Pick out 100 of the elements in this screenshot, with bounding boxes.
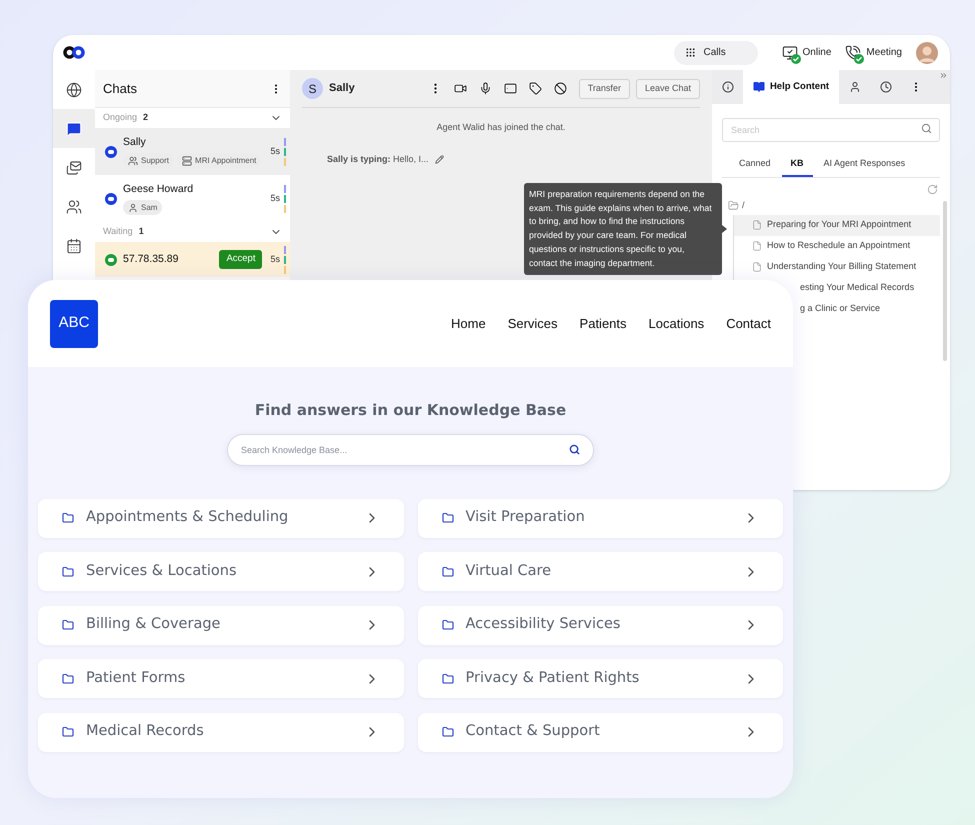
rail-icon	[66, 82, 82, 98]
contact-avatar: S	[302, 78, 323, 99]
group-count: 1	[138, 225, 144, 238]
panel-tab[interactable]: Help Content	[743, 70, 839, 104]
chat-item[interactable]: 57.78.35.89 Accept 5s	[95, 242, 290, 277]
folder-icon	[62, 672, 74, 684]
category-card[interactable]: Appointments & Scheduling	[38, 498, 404, 538]
article-tooltip: MRI preparation requirements depend on the exam. This guide explains when to arrive, what to bring, and how to find the instructions provided by your care team. For medical questions or instructions specific to you, contact the imaging department.	[524, 183, 722, 276]
content-tab[interactable]: KB	[782, 152, 813, 177]
info-icon	[722, 81, 734, 93]
check-badge-icon	[790, 54, 801, 64]
category-card[interactable]: Visit Preparation	[418, 498, 783, 538]
search-field[interactable]: Search	[722, 118, 940, 142]
book-icon	[752, 81, 765, 93]
calls-button[interactable]: Calls	[674, 40, 758, 64]
article-item[interactable]: How to Reschedule an Appointment	[734, 236, 940, 256]
article-item[interactable]: esting Your Medical Records	[800, 281, 914, 295]
person-icon	[128, 202, 138, 213]
logo-icon	[63, 46, 85, 59]
category-card[interactable]: Services & Locations	[38, 552, 404, 591]
rail-icon	[66, 198, 82, 214]
document-icon	[752, 262, 762, 272]
status-label: Meeting	[866, 46, 902, 60]
folder-icon	[62, 512, 74, 524]
rail-icon	[66, 238, 82, 254]
person-icon	[848, 81, 860, 93]
content-tab[interactable]: AI Agent Responses	[814, 152, 914, 177]
rail-button[interactable]	[53, 109, 95, 148]
chat-status-icon	[105, 254, 117, 266]
monitor-icon	[782, 44, 798, 60]
system-message: Agent Walid has joined the chat.	[436, 121, 566, 134]
folder-icon	[442, 619, 454, 631]
chat-status-icon	[105, 146, 117, 158]
phone-icon	[845, 44, 862, 60]
folder-icon	[442, 512, 454, 524]
rail-icon	[66, 120, 82, 136]
accept-button[interactable]: Accept	[219, 250, 262, 269]
scrollbar[interactable]	[943, 201, 947, 361]
people-icon	[128, 156, 138, 166]
chat-time: 5s	[270, 192, 280, 205]
category-card[interactable]: Patient Forms	[38, 659, 404, 698]
chats-title: Chats	[103, 80, 137, 98]
chat-item[interactable]: Geese Howard Sam 5s	[95, 175, 290, 222]
article-item[interactable]: Preparing for Your MRI Appointment	[734, 214, 940, 236]
chat-action-button[interactable]: Leave Chat	[636, 78, 700, 98]
tooltip-pointer-icon	[722, 225, 727, 234]
chat-name: 57.78.35.89	[123, 252, 180, 267]
search-icon	[569, 444, 580, 454]
nav-link[interactable]: Contact	[726, 314, 771, 334]
category-card[interactable]: Billing & Coverage	[38, 606, 404, 644]
group-label: Waiting	[103, 225, 133, 238]
typing-indicator: Sally is typing: Hello, I...	[327, 152, 429, 166]
category-card[interactable]: Medical Records	[38, 712, 404, 752]
kb-heading: Find answers in our Knowledge Base	[254, 400, 566, 421]
tablet-icon[interactable]	[504, 82, 517, 95]
category-card[interactable]: Privacy & Patient Rights	[418, 659, 783, 698]
microphone-icon[interactable]	[478, 82, 492, 95]
clock-icon	[880, 81, 892, 93]
tag-icon[interactable]	[528, 82, 542, 95]
group-label: Ongoing	[103, 111, 138, 124]
check-badge-icon	[854, 54, 864, 64]
document-icon	[752, 241, 762, 251]
chat-tag: Sam	[123, 200, 162, 216]
article-item[interactable]: g a Clinic or Service	[800, 302, 880, 316]
content-tab[interactable]: Canned	[730, 152, 780, 177]
nav-link[interactable]: Home	[451, 314, 486, 334]
chat-status-icon	[105, 192, 117, 204]
folder-icon	[728, 200, 739, 212]
category-card[interactable]: Contact & Support	[418, 712, 783, 752]
folder-icon	[442, 672, 454, 684]
chat-name: Sally	[123, 134, 147, 150]
chat-item[interactable]: Sally Support MRI Appointment 5s	[95, 128, 290, 175]
collapse-icon[interactable]	[939, 71, 948, 80]
folder-icon	[62, 619, 74, 631]
status-label: Online	[802, 46, 832, 60]
contact-name: Sally	[329, 81, 355, 96]
chat-time: 5s	[270, 252, 280, 266]
article-item[interactable]: Understanding Your Billing Statement	[734, 256, 940, 278]
folder-icon	[62, 566, 74, 578]
video-icon[interactable]	[454, 82, 467, 95]
rail-icon	[66, 160, 82, 176]
chat-time: 5s	[270, 144, 280, 158]
server-icon	[182, 156, 192, 166]
search-icon	[921, 123, 932, 134]
folder-label: /	[742, 199, 745, 212]
site-logo[interactable]: ABC	[50, 300, 98, 348]
folder-icon	[442, 566, 454, 578]
nav-link[interactable]: Patients	[580, 314, 627, 334]
folder-icon	[442, 726, 454, 738]
kb-search-field[interactable]: Search Knowledge Base...	[227, 434, 594, 466]
nav-link[interactable]: Locations	[648, 314, 704, 334]
chat-action-button[interactable]: Transfer	[578, 78, 630, 98]
document-icon	[752, 220, 762, 230]
dialpad-icon	[684, 47, 696, 58]
block-icon[interactable]	[554, 82, 567, 95]
chat-name: Geese Howard	[123, 182, 194, 197]
category-card[interactable]: Virtual Care	[418, 552, 783, 591]
category-card[interactable]: Accessibility Services	[418, 606, 783, 644]
pencil-icon	[434, 154, 444, 164]
nav-link[interactable]: Services	[508, 314, 558, 334]
